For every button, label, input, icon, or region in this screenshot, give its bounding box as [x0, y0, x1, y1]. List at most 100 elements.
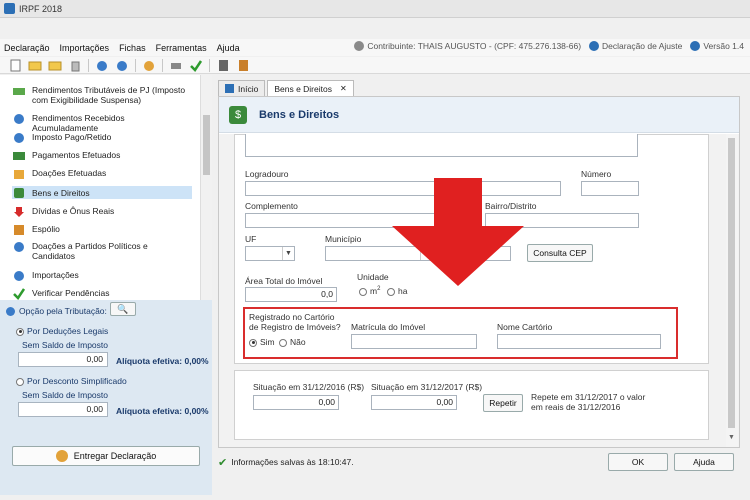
entregar-label: Entregar Declaração — [73, 451, 157, 461]
tax-icon — [12, 132, 26, 144]
sidebar-item-imposto-pago[interactable]: Imposto Pago/Retido — [12, 132, 192, 144]
numero-input[interactable] — [581, 181, 639, 196]
radio-selected[interactable] — [249, 338, 257, 347]
radio-unselected[interactable] — [387, 287, 395, 296]
radio-selected[interactable] — [16, 327, 24, 336]
situacao-panel: Situação em 31/12/2016 (R$) 0,00 Situaçã… — [234, 370, 709, 440]
receive-icon[interactable] — [115, 59, 129, 72]
sidebar-item-rendimentos-pj-suspensa[interactable]: Rendimentos Tributáveis de PJ (Imposto c… — [12, 85, 192, 105]
complemento-input[interactable] — [245, 213, 465, 228]
discriminacao-field[interactable] — [245, 134, 638, 157]
nome-cartorio-input[interactable] — [497, 334, 661, 349]
version-icon — [690, 41, 701, 51]
toolbar-separator — [135, 58, 136, 72]
chevron-down-icon[interactable]: ▼ — [420, 247, 432, 260]
menu-ajuda[interactable]: Ajuda — [217, 43, 240, 53]
entregar-declaracao-button[interactable]: Entregar Declaração — [12, 446, 200, 466]
trash-icon[interactable] — [68, 59, 82, 72]
section-header: $ Bens e Direitos — [219, 97, 739, 133]
situacao-2017-input[interactable]: 0,00 — [371, 395, 457, 410]
municipio-select[interactable]: ▼ — [325, 246, 433, 261]
scrollbar-thumb[interactable] — [728, 138, 735, 428]
menu-ferramentas[interactable]: Ferramentas — [156, 43, 207, 53]
cartorio-highlight-box: Registrado no Cartório de Registro de Im… — [243, 307, 678, 359]
close-icon[interactable]: ✕ — [340, 84, 347, 93]
tab-strip: Início Bens e Direitos ✕ — [218, 80, 356, 96]
consulta-cep-button[interactable]: Consulta CEP — [527, 244, 593, 262]
sidebar-item-label: Importações — [32, 270, 79, 280]
new-file-icon[interactable] — [8, 59, 22, 72]
uf-select[interactable]: ▼ — [245, 246, 295, 261]
form-scrollbar[interactable]: ▼ — [726, 134, 738, 447]
saved-check-icon: ✔ — [218, 456, 228, 469]
print-icon[interactable] — [169, 59, 183, 72]
sidebar-item-dividas[interactable]: Dívidas e Ônus Reais — [12, 206, 192, 218]
saldo-value-2: 0,00 — [18, 402, 108, 417]
sidebar-item-pagamentos[interactable]: Pagamentos Efetuados — [12, 150, 192, 162]
user-icon — [354, 41, 365, 51]
registrado-label: Registrado no Cartório de Registro de Im… — [249, 312, 341, 332]
declaration-type-icon — [589, 41, 600, 51]
unit-m2-radio[interactable]: m2 — [359, 286, 380, 296]
situacao-2017-label: Situação em 31/12/2017 (R$) — [371, 382, 483, 392]
tab-bens-direitos[interactable]: Bens e Direitos ✕ — [267, 80, 354, 96]
matricula-input[interactable] — [351, 334, 477, 349]
repetir-note-line-1: Repete em 31/12/2017 o valor — [531, 392, 646, 402]
sim-radio[interactable]: Sim — [249, 337, 275, 347]
search-icon: 🔍 — [117, 304, 129, 314]
verify-check-icon[interactable] — [189, 59, 203, 72]
menu-declaracao[interactable]: Declaração — [4, 43, 50, 53]
sidebar-item-doacoes-partidos[interactable]: Doações a Partidos Políticos e Candidato… — [12, 241, 192, 261]
bairro-input[interactable] — [485, 213, 639, 228]
saldo-label-1: Sem Saldo de Imposto — [22, 340, 108, 350]
sidebar-item-doacoes[interactable]: Doações Efetuadas — [12, 168, 192, 180]
cep-input[interactable]: - — [461, 246, 511, 261]
desconto-simplificado-radio[interactable]: Por Desconto Simplificado — [16, 376, 127, 386]
area-input[interactable]: 0,0 — [245, 287, 337, 302]
sidebar-item-bens-direitos[interactable]: Bens e Direitos — [12, 186, 192, 199]
radio-unselected[interactable] — [16, 377, 24, 386]
toolbar — [0, 57, 750, 74]
radio-unselected[interactable] — [359, 287, 367, 296]
sidebar-item-label: Doações a Partidos Políticos e Candidato… — [32, 241, 148, 261]
menu-fichas[interactable]: Fichas — [119, 43, 146, 53]
party-icon — [12, 241, 26, 253]
sidebar-item-label: Doações Efetuadas — [32, 168, 107, 178]
sidebar-item-espolio[interactable]: Espólio — [12, 224, 192, 236]
radio-unselected[interactable] — [279, 338, 287, 347]
form-scroll-area: Logradouro Número Complemento Bairro/Dis… — [219, 134, 739, 447]
sidebar-item-rendimentos-acumulados[interactable]: Rendimentos Recebidos Acumuladamente — [12, 113, 192, 133]
repetir-note: Repete em 31/12/2017 o valor em reais de… — [531, 392, 645, 412]
open-folder-icon[interactable] — [28, 59, 42, 72]
contribuinte-text: Contribuinte: THAIS AUGUSTO - (CPF: 475.… — [367, 41, 582, 51]
transmit-icon[interactable] — [95, 59, 109, 72]
situacao-2016-input[interactable]: 0,00 — [253, 395, 339, 410]
folder-icon[interactable] — [48, 59, 62, 72]
calculator-icon[interactable] — [216, 59, 230, 72]
globe-icon — [55, 450, 68, 462]
app-icon — [4, 3, 15, 14]
situacao-2016-label: Situação em 31/12/2016 (R$) — [253, 382, 365, 392]
menu-importacoes[interactable]: Importações — [60, 43, 110, 53]
nao-radio[interactable]: Não — [279, 337, 306, 347]
sidebar-item-verificar-pendencias[interactable]: Verificar Pendências — [12, 288, 192, 300]
deducoes-legais-radio[interactable]: Por Deduções Legais — [16, 326, 108, 336]
repetir-button[interactable]: Repetir — [483, 394, 523, 412]
ajuda-button[interactable]: Ajuda — [674, 453, 734, 471]
grid-icon — [12, 224, 26, 236]
scrollbar-thumb[interactable] — [203, 115, 210, 175]
book-icon[interactable] — [236, 59, 250, 72]
tab-inicio[interactable]: Início — [218, 80, 266, 96]
sidebar-item-importacoes[interactable]: Importações — [12, 270, 192, 282]
sidebar-scrollbar[interactable] — [200, 75, 212, 300]
unidade-label: Unidade — [357, 272, 389, 282]
search-button[interactable]: 🔍 — [110, 302, 136, 316]
ok-button[interactable]: OK — [608, 453, 668, 471]
unit-ha-radio[interactable]: ha — [387, 286, 407, 296]
chevron-down-icon[interactable]: ▼ — [282, 247, 294, 260]
scroll-down-icon[interactable]: ▼ — [728, 434, 735, 441]
tax-option-panel: Opção pela Tributação: 🔍 Por Deduções Le… — [0, 300, 212, 495]
globe-icon[interactable] — [142, 59, 156, 72]
sidebar-item-label: Espólio — [32, 224, 60, 234]
logradouro-input[interactable] — [245, 181, 561, 196]
